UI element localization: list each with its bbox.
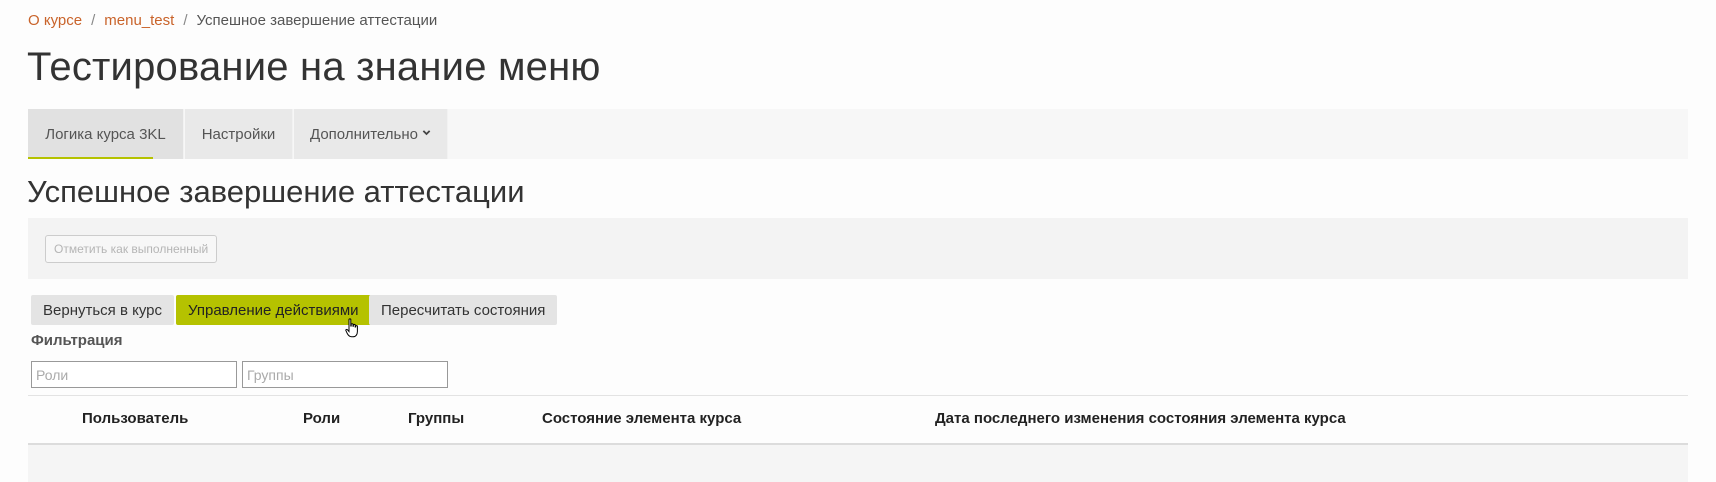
chevron-down-icon (422, 128, 431, 140)
breadcrumb-separator: / (183, 12, 188, 29)
breadcrumb-link-menu-test[interactable]: menu_test (104, 12, 174, 29)
mark-complete-button[interactable]: Отметить как выполненный (45, 235, 218, 263)
manage-actions-button[interactable]: Управление действиями (176, 295, 371, 325)
page-title: Тестирование на знание меню (27, 45, 601, 89)
breadcrumb: О курсе / menu_test / Успешное завершени… (28, 12, 437, 29)
table-body (28, 445, 1688, 482)
tab-label: Дополнительно (310, 125, 418, 143)
tab-more[interactable]: Дополнительно (294, 109, 448, 159)
active-tab-indicator (28, 157, 153, 159)
breadcrumb-separator: / (91, 12, 96, 29)
filter-label: Фильтрация (31, 332, 123, 349)
tab-label: Настройки (201, 125, 276, 143)
section-title: Успешное завершение аттестации (27, 174, 525, 209)
breadcrumb-link-course[interactable]: О курсе (28, 12, 82, 29)
tab-label: Логика курса 3KL (45, 125, 166, 143)
recalculate-states-button[interactable]: Пересчитать состояния (369, 295, 558, 325)
breadcrumb-current: Успешное завершение аттестации (196, 12, 438, 29)
completion-panel (28, 218, 1688, 279)
hand-cursor-icon (345, 318, 358, 338)
tab-settings[interactable]: Настройки (185, 109, 293, 159)
column-header-state[interactable]: Состояние элемента курса (542, 410, 741, 427)
roles-filter-input[interactable] (31, 361, 237, 388)
tab-bar: Логика курса 3KL Настройки Дополнительно (28, 109, 1688, 159)
groups-filter-input[interactable] (242, 361, 448, 388)
column-header-groups[interactable]: Группы (408, 410, 464, 427)
column-header-last-change-date[interactable]: Дата последнего изменения состояния элем… (935, 410, 1346, 427)
column-header-user[interactable]: Пользователь (82, 410, 188, 427)
tab-course-logic[interactable]: Логика курса 3KL (28, 109, 184, 159)
back-to-course-button[interactable]: Вернуться в курс (31, 295, 174, 325)
table-divider (28, 395, 1688, 396)
column-header-roles[interactable]: Роли (303, 410, 340, 427)
